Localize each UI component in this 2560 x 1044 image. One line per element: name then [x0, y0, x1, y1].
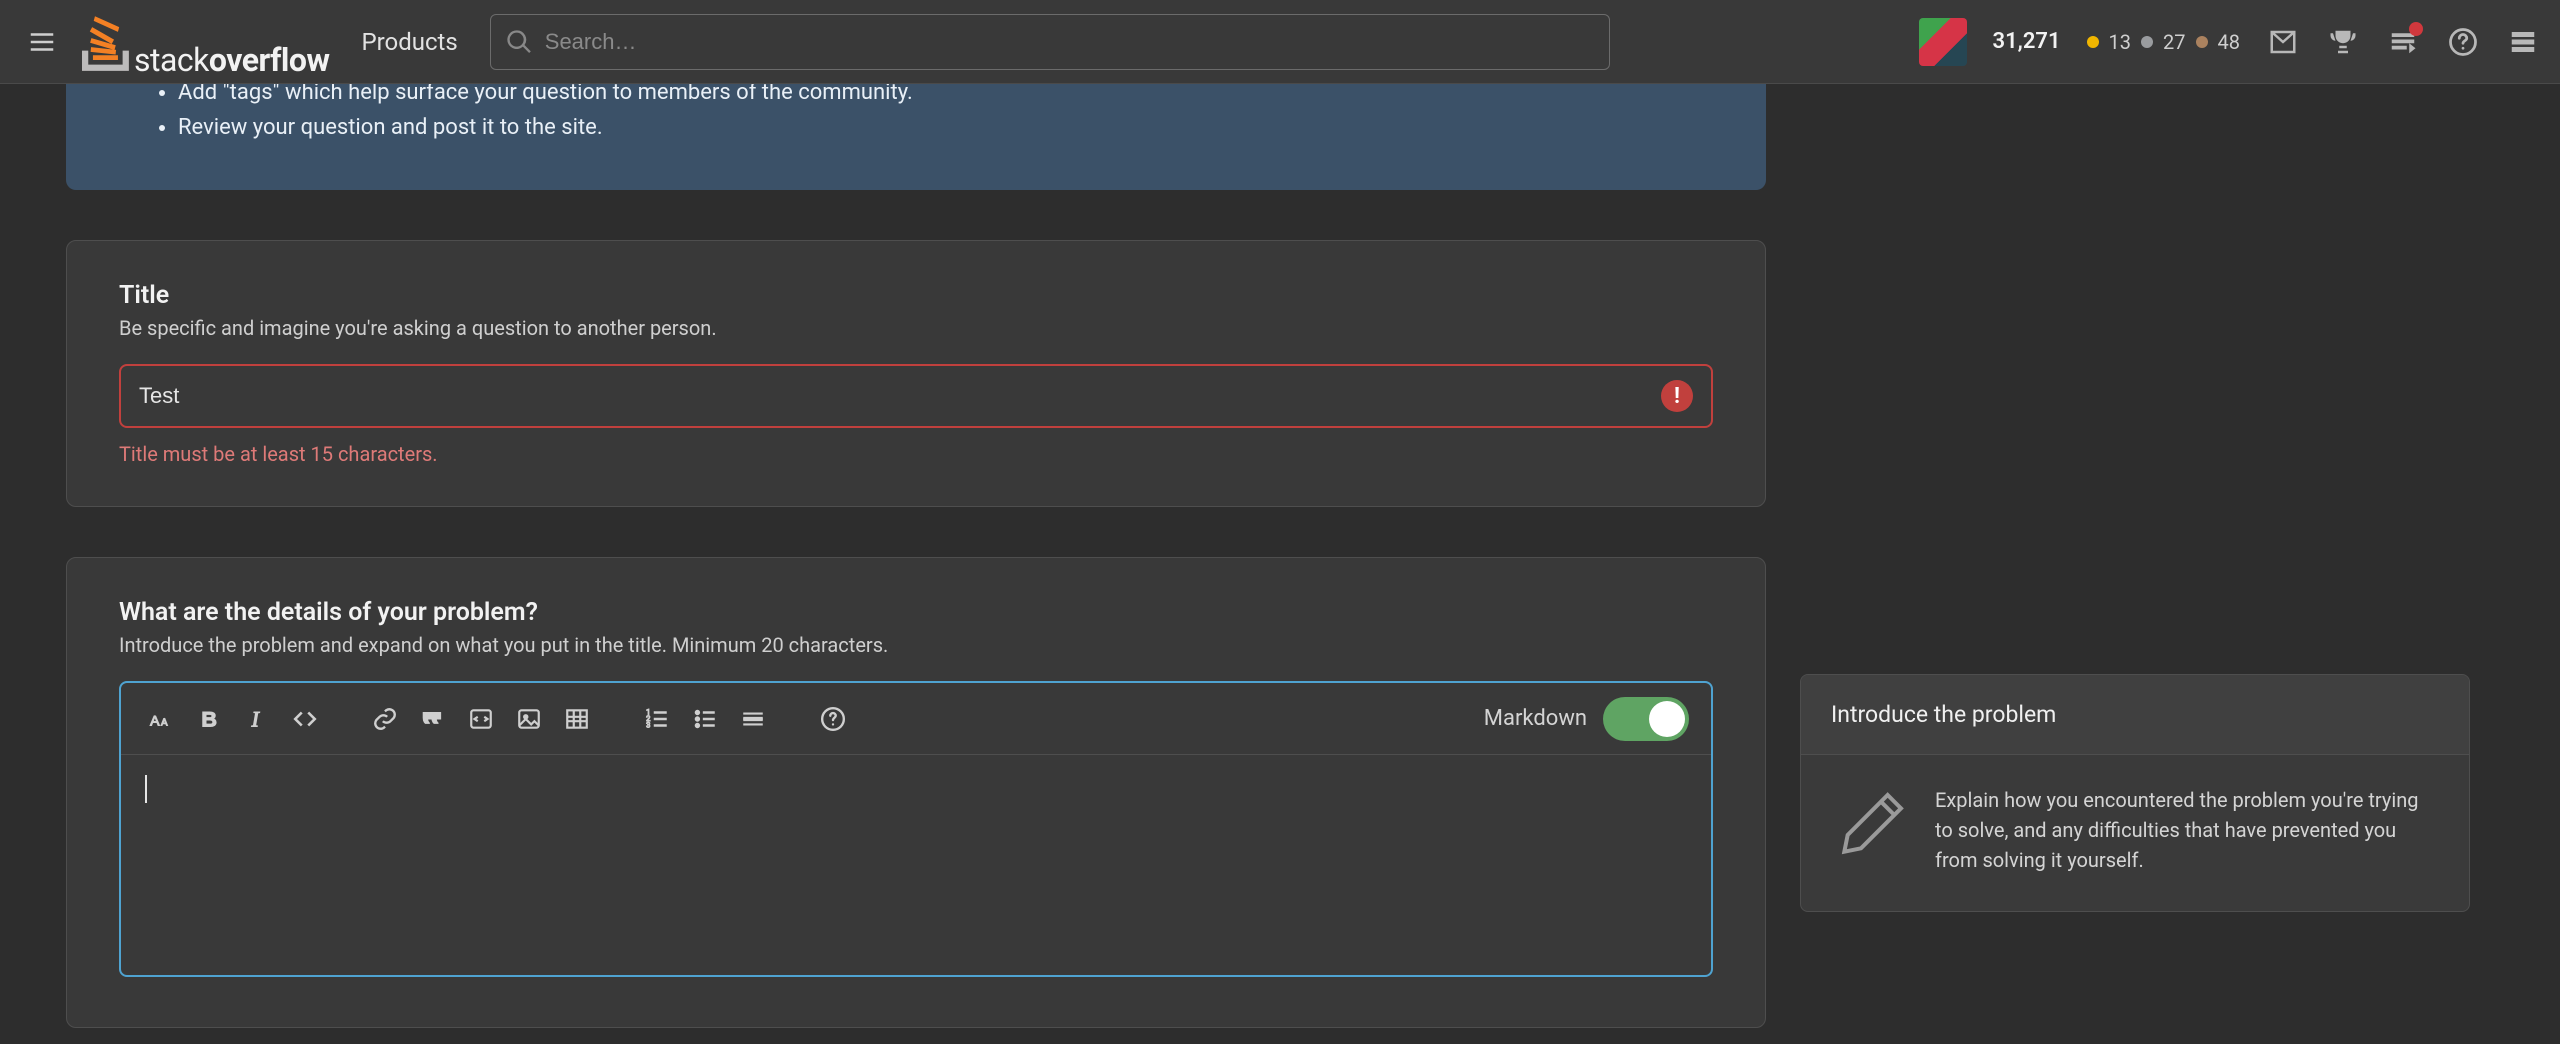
bold-icon: B [196, 706, 222, 732]
help-icon [2448, 27, 2478, 57]
details-card-sub: Introduce the problem and expand on what… [119, 633, 1713, 657]
site-switcher-button[interactable] [2506, 25, 2540, 59]
code-icon [292, 706, 318, 732]
svg-text:A: A [161, 717, 168, 728]
page: Add "tags" which help surface your quest… [0, 0, 2560, 1044]
side-help-card: Introduce the problem Explain how you en… [1800, 674, 2470, 912]
inbox-button[interactable] [2266, 25, 2300, 59]
code-block-button[interactable] [463, 701, 499, 737]
stackoverflow-icon [82, 13, 132, 71]
code-block-icon [468, 706, 494, 732]
hamburger-icon [27, 27, 57, 57]
italic-button[interactable]: I [239, 701, 275, 737]
error-icon: ! [1661, 380, 1693, 412]
achievements-button[interactable] [2326, 25, 2360, 59]
silver-badge-dot [2141, 36, 2153, 48]
side-help-title: Introduce the problem [1801, 675, 2469, 755]
hr-icon [740, 706, 766, 732]
help-button[interactable] [2446, 25, 2480, 59]
editor-help-button[interactable] [815, 701, 851, 737]
logo-text: stackoverflow [134, 41, 329, 79]
unordered-list-button[interactable] [687, 701, 723, 737]
side-help-body: Explain how you encountered the problem … [1935, 785, 2439, 875]
horizontal-rule-button[interactable] [735, 701, 771, 737]
inbox-icon [2268, 27, 2298, 57]
svg-text:3: 3 [646, 720, 650, 729]
silver-badge-count: 27 [2163, 30, 2185, 54]
title-input-wrap[interactable]: ! [119, 364, 1713, 428]
search-icon [505, 28, 533, 56]
title-error-message: Title must be at least 15 characters. [119, 442, 1713, 466]
notification-dot [2409, 22, 2423, 36]
title-input[interactable] [139, 383, 1661, 409]
markdown-toggle-label: Markdown [1484, 706, 1587, 731]
table-icon [564, 706, 590, 732]
trophy-icon [2328, 27, 2358, 57]
bronze-badge-count: 48 [2218, 30, 2240, 54]
table-button[interactable] [559, 701, 595, 737]
bronze-badge-dot [2196, 36, 2208, 48]
italic-icon: I [244, 706, 270, 732]
avatar[interactable] [1919, 18, 1967, 66]
link-icon [372, 706, 398, 732]
heading-button[interactable]: AA [143, 701, 179, 737]
hamburger-menu-button[interactable] [20, 20, 64, 64]
help-circle-icon [820, 706, 846, 732]
gold-badge-count: 13 [2109, 30, 2131, 54]
tip-item: Review your question and post it to the … [178, 111, 1726, 144]
editor-body[interactable] [121, 755, 1711, 975]
title-card-sub: Be specific and imagine you're asking a … [119, 316, 1713, 340]
bold-button[interactable]: B [191, 701, 227, 737]
markdown-toggle[interactable] [1603, 697, 1689, 741]
svg-text:A: A [150, 712, 160, 728]
ordered-list-icon: 123 [644, 706, 670, 732]
details-card-heading: What are the details of your problem? [119, 598, 1713, 627]
heading-icon: AA [148, 706, 174, 732]
editor-toolbar: AA B I 123 [121, 683, 1711, 755]
toggle-knob [1649, 701, 1685, 737]
image-icon [516, 706, 542, 732]
global-search[interactable] [490, 14, 1610, 70]
review-queues-button[interactable] [2386, 25, 2420, 59]
search-input[interactable] [545, 29, 1595, 55]
inline-code-button[interactable] [287, 701, 323, 737]
reputation-score[interactable]: 31,271 [1993, 29, 2061, 54]
badge-counts[interactable]: 13 27 48 [2087, 30, 2240, 54]
gold-badge-dot [2087, 36, 2099, 48]
site-switcher-icon [2508, 27, 2538, 57]
rich-text-editor: AA B I 123 [119, 681, 1713, 977]
title-card: Title Be specific and imagine you're ask… [66, 240, 1766, 507]
svg-text:I: I [251, 707, 261, 731]
ordered-list-button[interactable]: 123 [639, 701, 675, 737]
quote-icon [420, 706, 446, 732]
pencil-icon [1831, 785, 1911, 875]
site-logo[interactable]: stackoverflow [82, 13, 329, 71]
topbar-right: 31,271 13 27 48 [1919, 18, 2540, 66]
text-cursor [145, 775, 147, 803]
writing-tips-notice: Add "tags" which help surface your quest… [66, 76, 1766, 190]
details-card: What are the details of your problem? In… [66, 557, 1766, 1028]
svg-text:B: B [201, 706, 217, 731]
topbar: stackoverflow Products 31,271 13 27 48 [0, 0, 2560, 84]
products-link[interactable]: Products [347, 18, 471, 66]
blockquote-button[interactable] [415, 701, 451, 737]
unordered-list-icon [692, 706, 718, 732]
title-card-heading: Title [119, 281, 1713, 310]
link-button[interactable] [367, 701, 403, 737]
image-button[interactable] [511, 701, 547, 737]
